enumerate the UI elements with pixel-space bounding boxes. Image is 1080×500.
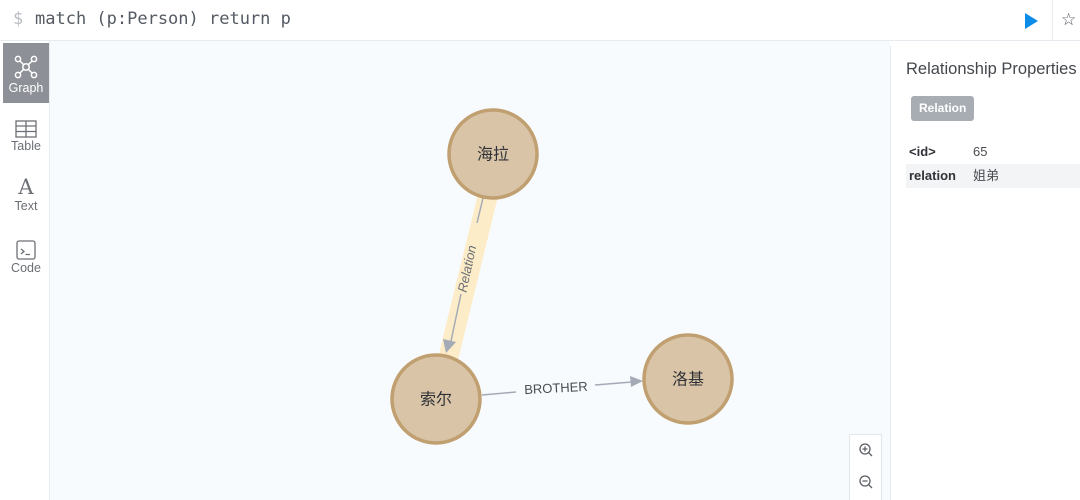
zoom-out-icon (859, 475, 873, 489)
inspector-title: Relationship Properties (906, 60, 1077, 78)
property-key: relation (909, 168, 956, 183)
node-caption: 海拉 (477, 145, 509, 164)
query-prompt: $ (13, 9, 24, 29)
graph-visualization[interactable]: Relation BROTHER 海拉 索尔 洛基 (50, 41, 890, 500)
view-tab-label: Table (11, 139, 41, 153)
graph-canvas[interactable]: Relation BROTHER 海拉 索尔 洛基 (50, 41, 890, 500)
zoom-out-button[interactable] (850, 467, 883, 499)
property-row: relation 姐弟 (906, 164, 1080, 188)
graph-node[interactable]: 索尔 (390, 353, 482, 445)
property-key: <id> (909, 144, 936, 159)
view-tab-text[interactable]: A Text (3, 170, 49, 230)
property-row: <id> 65 (906, 140, 1080, 164)
relationship-line[interactable] (594, 381, 633, 386)
zoom-controls (849, 434, 882, 500)
view-tab-label: Code (11, 261, 41, 275)
query-editor[interactable]: $ match (p:Person) return p (0, 0, 1052, 41)
relationship-arrowhead (630, 376, 643, 387)
graph-node[interactable]: 海拉 (447, 108, 539, 200)
view-tab-graph[interactable]: Graph (3, 43, 49, 103)
zoom-in-icon (859, 443, 873, 457)
view-tab-label: Graph (8, 81, 44, 95)
zoom-in-button[interactable] (850, 435, 883, 467)
view-tab-label: Text (14, 199, 38, 213)
code-icon (16, 240, 36, 260)
query-input[interactable]: match (p:Person) return p (35, 9, 291, 29)
properties-inspector: Relationship Properties Relation <id> 65… (890, 46, 1080, 500)
query-bar: $ match (p:Person) return p ☆ (0, 0, 1080, 41)
favorite-button[interactable]: ☆ (1061, 8, 1080, 32)
play-icon (1025, 13, 1038, 29)
node-caption: 索尔 (420, 390, 452, 409)
view-switcher: Graph Table A Text Code (0, 41, 50, 500)
relationship-type-badge[interactable]: Relation (911, 96, 975, 121)
star-icon: ☆ (1061, 10, 1077, 30)
run-query-button[interactable] (1019, 10, 1043, 32)
relationship-type-label[interactable]: BROTHER (524, 379, 588, 397)
text-icon: A (18, 175, 34, 199)
view-tab-table[interactable]: Table (3, 109, 49, 169)
table-icon (15, 120, 37, 138)
property-value: 姐弟 (973, 168, 1000, 183)
relationship-line[interactable] (481, 391, 517, 396)
toolbar-divider (1052, 0, 1053, 41)
node-caption: 洛基 (672, 370, 704, 389)
graph-icon (14, 55, 38, 79)
property-value: 65 (973, 144, 988, 159)
graph-node[interactable]: 洛基 (642, 333, 734, 425)
view-tab-code[interactable]: Code (3, 231, 49, 291)
